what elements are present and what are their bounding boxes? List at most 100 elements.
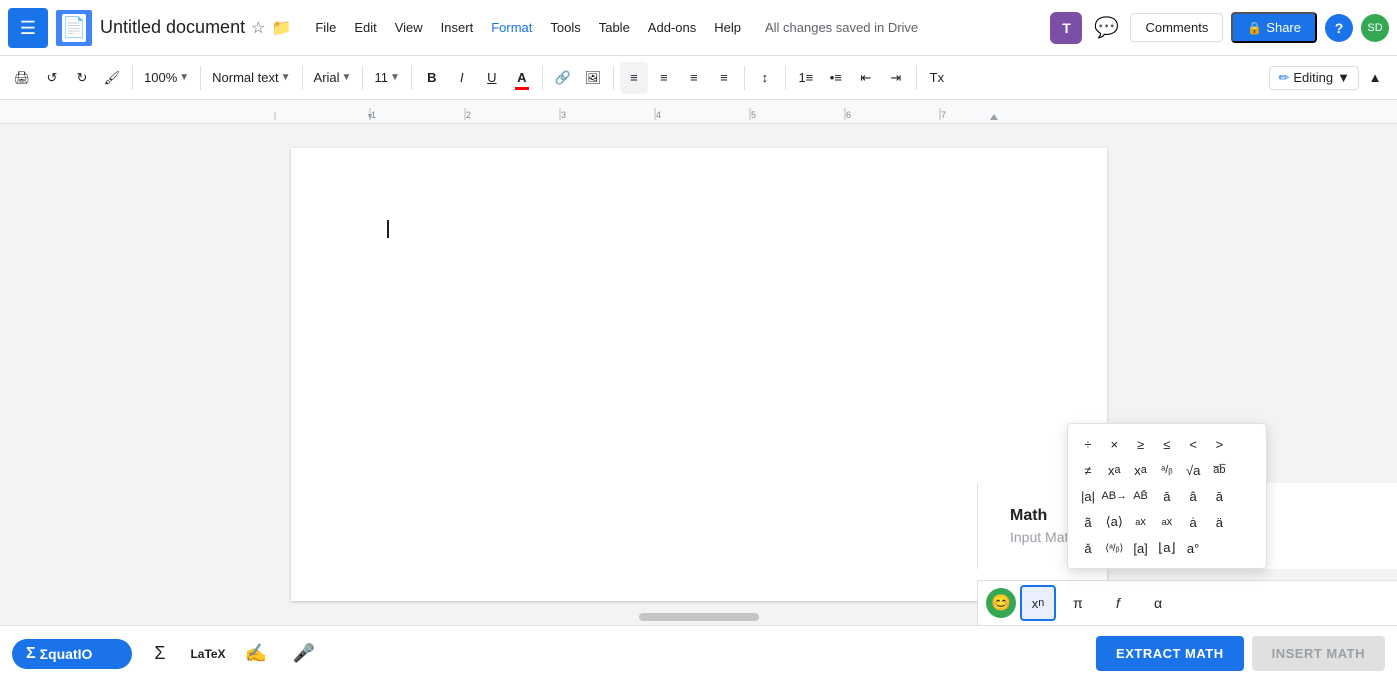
collapse-toolbar-button[interactable]: ▲: [1361, 62, 1389, 94]
separator-10: [916, 66, 917, 90]
lock-icon: 🔒: [1247, 21, 1262, 35]
star-icon[interactable]: ☆: [251, 18, 265, 38]
menu-view[interactable]: View: [387, 16, 431, 39]
menu-format[interactable]: Format: [483, 16, 540, 39]
folder-icon[interactable]: 📁: [271, 18, 291, 38]
separator-3: [302, 66, 303, 90]
document-title[interactable]: Untitled document: [100, 17, 245, 38]
sym-empty6: [1234, 536, 1258, 560]
font-color-button[interactable]: A: [508, 62, 536, 94]
sym-fracangle[interactable]: ⟨ᵃ/ᵦ⟩: [1102, 536, 1126, 560]
svg-text:2: 2: [466, 110, 471, 120]
decrease-indent-button[interactable]: ⇤: [852, 62, 880, 94]
sym-acaron[interactable]: ǎ: [1076, 536, 1100, 560]
sym-sqrt[interactable]: √a: [1181, 458, 1205, 482]
menu-insert[interactable]: Insert: [433, 16, 482, 39]
separator-5: [411, 66, 412, 90]
sym-vec-AB[interactable]: AB→: [1102, 484, 1126, 508]
font-size-dropdown[interactable]: 11 ▼: [369, 67, 404, 88]
bold-button[interactable]: B: [418, 62, 446, 94]
sym-overline[interactable]: a̅b̅: [1207, 458, 1231, 482]
italic-button[interactable]: I: [448, 62, 476, 94]
font-dropdown[interactable]: Arial ▼: [309, 67, 357, 88]
sym-div[interactable]: ÷: [1076, 432, 1100, 456]
sym-subx[interactable]: ax: [1155, 510, 1179, 534]
unordered-list-button[interactable]: •≡: [822, 62, 850, 94]
menu-addons[interactable]: Add-ons: [640, 16, 704, 39]
increase-indent-button[interactable]: ⇥: [882, 62, 910, 94]
app-menu-button[interactable]: ☰: [8, 8, 48, 48]
menu-file[interactable]: File: [307, 16, 344, 39]
sym-lt[interactable]: <: [1181, 432, 1205, 456]
sym-frac[interactable]: ᵃ/ᵦ: [1155, 458, 1179, 482]
svg-text:5: 5: [751, 110, 756, 120]
paragraph-style-dropdown[interactable]: Normal text ▼: [207, 67, 295, 88]
size-arrow: ▼: [390, 72, 400, 83]
sym-bracket[interactable]: ⌊a⌋: [1155, 536, 1179, 560]
sym-xsub[interactable]: xa: [1129, 458, 1153, 482]
sym-atilde-bar[interactable]: ā: [1207, 484, 1231, 508]
redo-button[interactable]: ↻: [68, 62, 96, 94]
link-button[interactable]: 🔗: [549, 62, 577, 94]
line-spacing-button[interactable]: ↕: [751, 62, 779, 94]
paint-format-button[interactable]: 🖌: [98, 62, 126, 94]
sym-atilde[interactable]: ã: [1076, 510, 1100, 534]
texthelp-icon[interactable]: T: [1050, 12, 1082, 44]
sym-addot[interactable]: ä: [1207, 510, 1231, 534]
help-icon[interactable]: ?: [1325, 14, 1353, 42]
sym-adeg[interactable]: a°: [1181, 536, 1205, 560]
clear-format-button[interactable]: Tx: [923, 62, 951, 94]
svg-text:7: 7: [941, 110, 946, 120]
align-center-button[interactable]: ≡: [650, 62, 678, 94]
sym-acaret[interactable]: â: [1181, 484, 1205, 508]
menu-tools[interactable]: Tools: [542, 16, 588, 39]
ordered-list-button[interactable]: 1≡: [792, 62, 820, 94]
formula-button[interactable]: Σ: [140, 634, 180, 674]
sym-floorceiling[interactable]: [a]: [1129, 536, 1153, 560]
undo-button[interactable]: ↺: [38, 62, 66, 94]
insert-math-button[interactable]: INSERT MATH: [1252, 636, 1385, 671]
separator-8: [744, 66, 745, 90]
image-button[interactable]: 🖼: [579, 62, 607, 94]
func-tool-button[interactable]: f: [1100, 585, 1136, 621]
horizontal-scrollbar[interactable]: [639, 613, 759, 621]
xn-tool-button[interactable]: xn: [1020, 585, 1056, 621]
equatio-brand-label: ΣquatIO: [40, 646, 93, 662]
menu-help[interactable]: Help: [706, 16, 749, 39]
alpha-tool-button[interactable]: α: [1140, 585, 1176, 621]
align-left-button[interactable]: ≡: [620, 62, 648, 94]
menu-table[interactable]: Table: [591, 16, 638, 39]
microphone-button[interactable]: 🎤: [284, 634, 324, 674]
equatio-brand-button[interactable]: Σ ΣquatIO: [12, 639, 132, 669]
editing-mode-dropdown[interactable]: ✏ Editing ▼: [1269, 66, 1359, 90]
sym-AB-over[interactable]: AB̄: [1129, 484, 1153, 508]
sym-angle[interactable]: ⟨a⟩: [1102, 510, 1126, 534]
sym-supx[interactable]: ax: [1129, 510, 1153, 534]
sym-xsup[interactable]: xa: [1102, 458, 1126, 482]
sym-gte[interactable]: ≥: [1129, 432, 1153, 456]
align-right-button[interactable]: ≡: [680, 62, 708, 94]
sym-neq[interactable]: ≠: [1076, 458, 1100, 482]
pi-tool-button[interactable]: π: [1060, 585, 1096, 621]
sym-lte[interactable]: ≤: [1155, 432, 1179, 456]
handwriting-button[interactable]: ✍: [236, 634, 276, 674]
sym-abar[interactable]: ā: [1155, 484, 1179, 508]
user-avatar[interactable]: SD: [1361, 14, 1389, 42]
align-justify-button[interactable]: ≡: [710, 62, 738, 94]
chat-icon-button[interactable]: 💬: [1090, 12, 1122, 44]
print-button[interactable]: 🖨: [8, 62, 36, 94]
underline-button[interactable]: U: [478, 62, 506, 94]
svg-text:6: 6: [846, 110, 851, 120]
latex-button[interactable]: LaTeX: [188, 634, 228, 674]
smiley-button[interactable]: 😊: [986, 588, 1016, 618]
sym-times[interactable]: ×: [1102, 432, 1126, 456]
zoom-dropdown[interactable]: 100% ▼: [139, 67, 194, 88]
extract-math-button[interactable]: EXTRACT MATH: [1096, 636, 1244, 671]
sym-gt[interactable]: >: [1207, 432, 1231, 456]
sym-abs[interactable]: |a|: [1076, 484, 1100, 508]
menu-edit[interactable]: Edit: [346, 16, 384, 39]
comments-button[interactable]: Comments: [1130, 13, 1223, 42]
top-bar: ☰ 📄 Untitled document ☆ 📁 File Edit View…: [0, 0, 1397, 56]
sym-adot[interactable]: ȧ: [1181, 510, 1205, 534]
share-button[interactable]: 🔒 Share: [1231, 12, 1317, 43]
